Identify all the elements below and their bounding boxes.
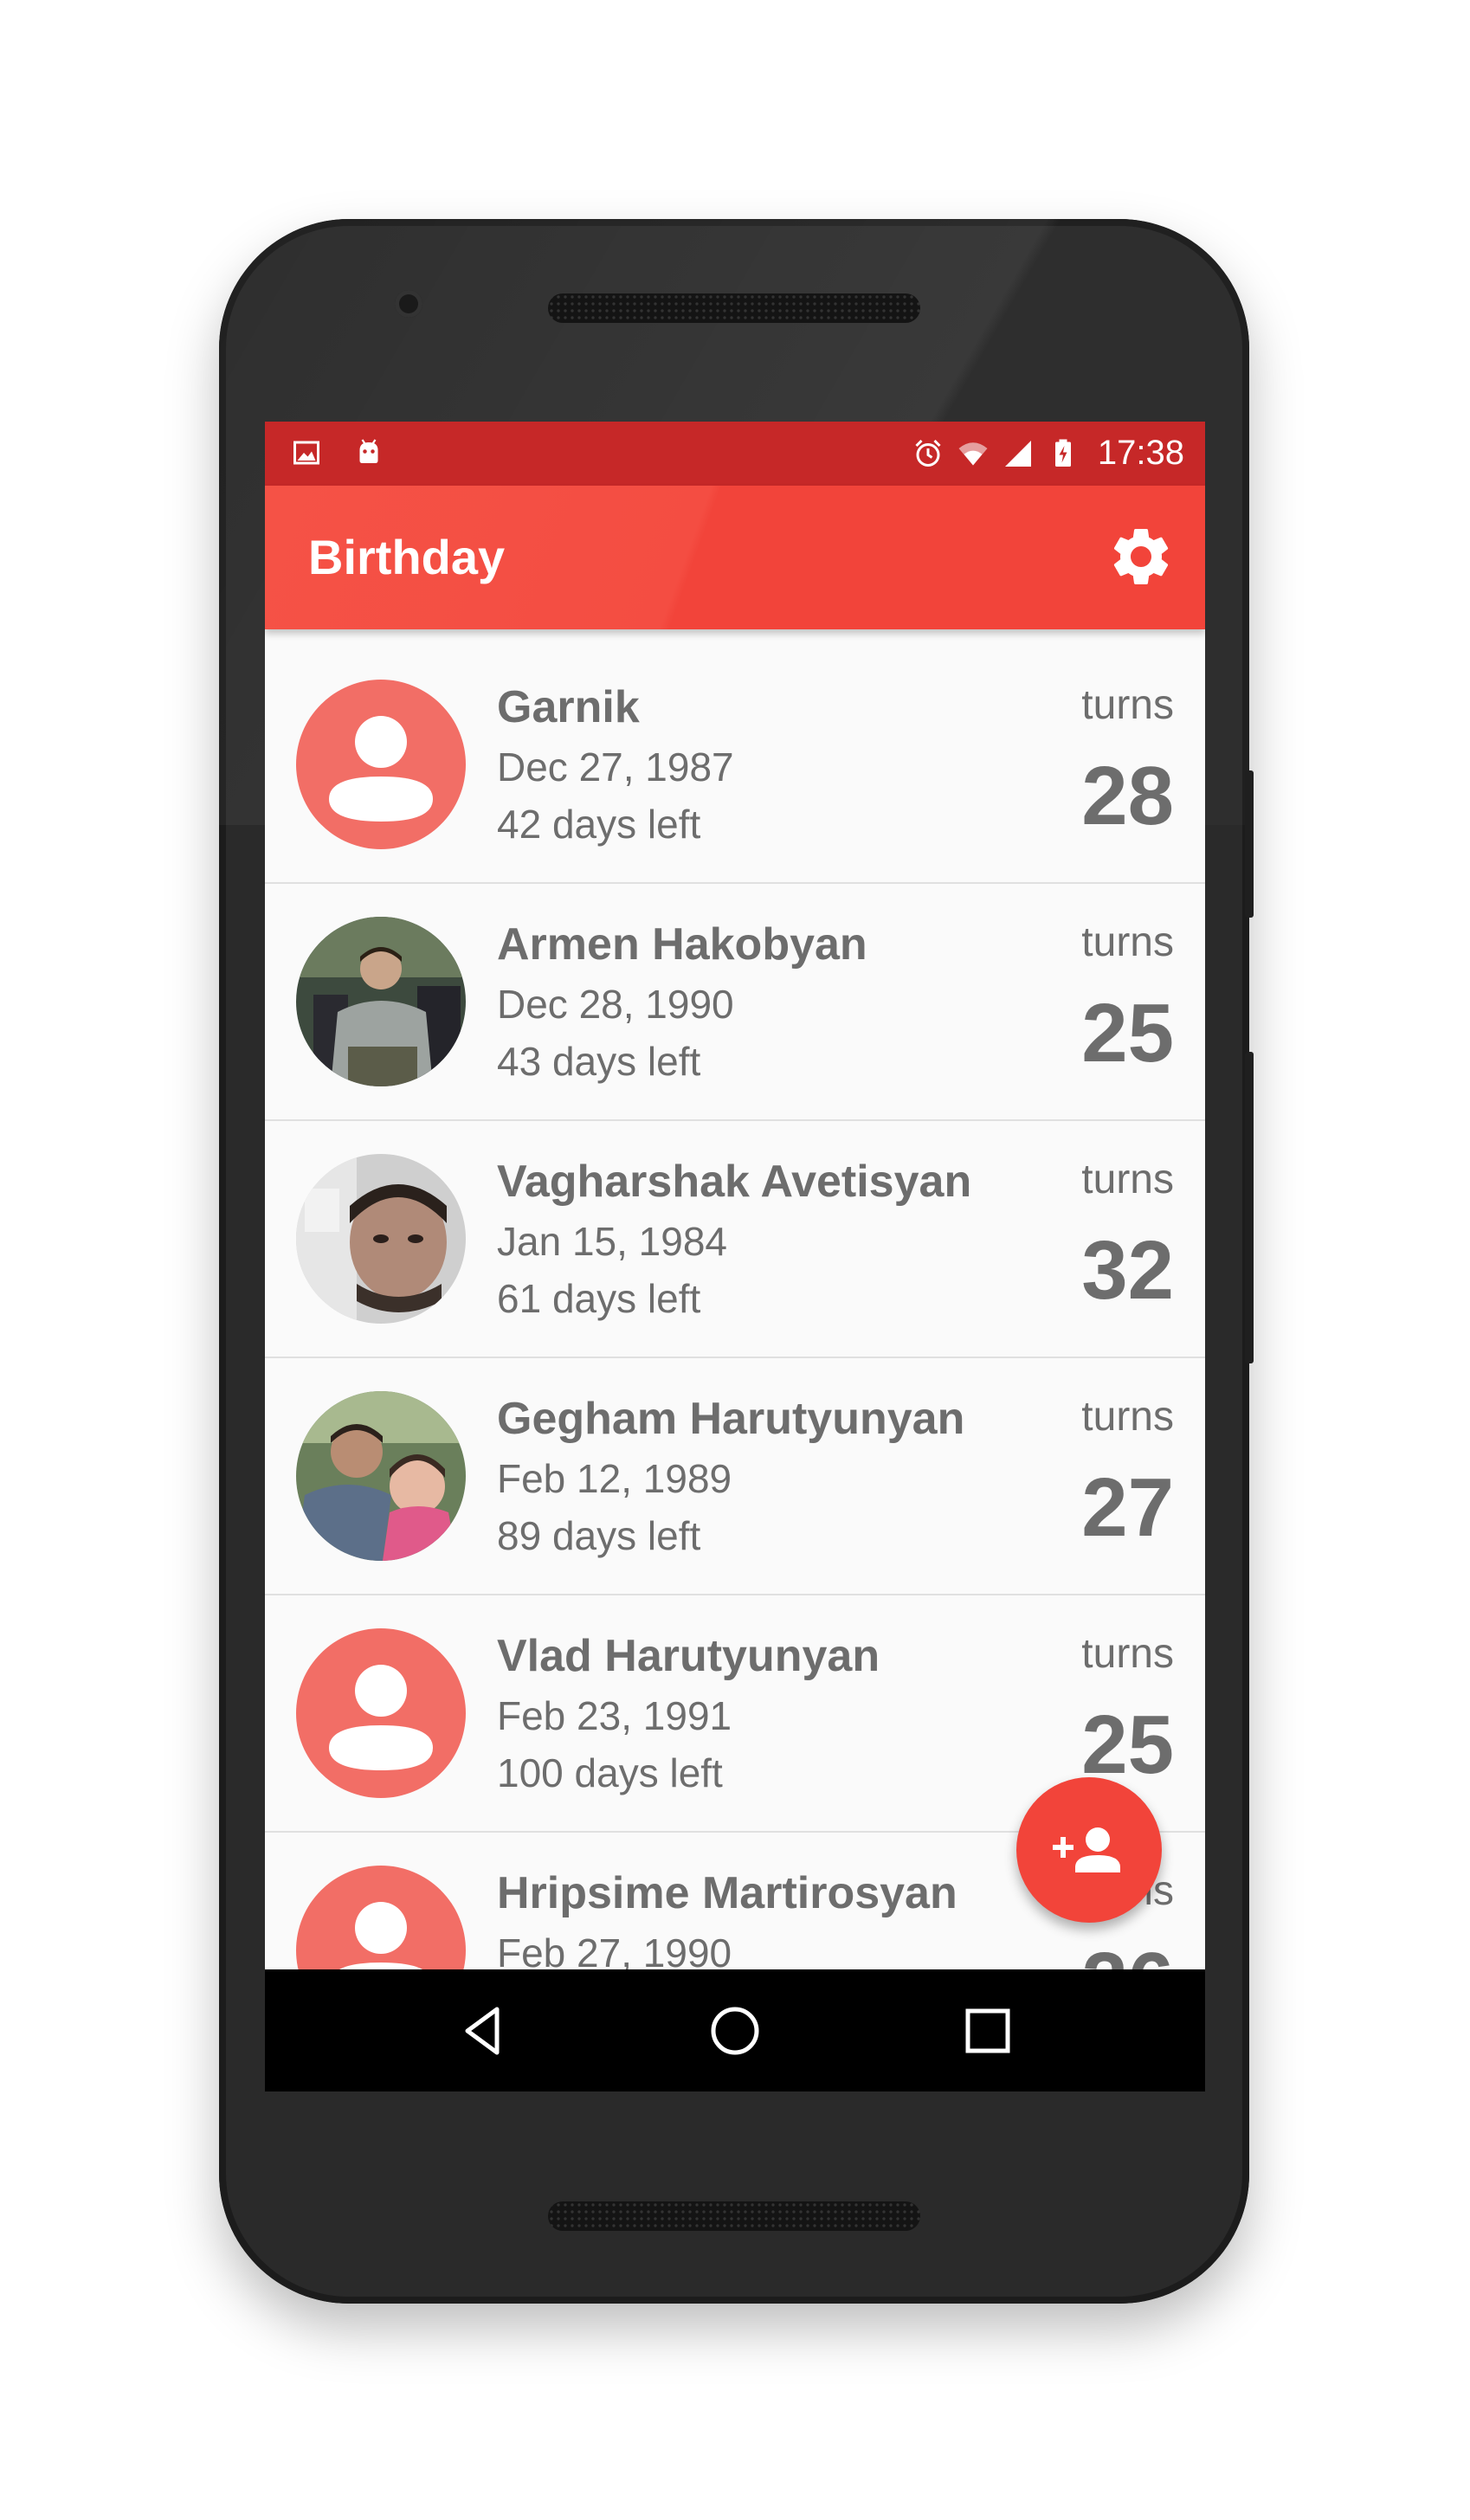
age-value: 32 xyxy=(1081,1224,1174,1317)
birth-date: Feb 23, 1991 xyxy=(497,1693,732,1738)
avatar xyxy=(296,1628,466,1798)
contact-name: Vlad Harutyunyan xyxy=(497,1631,880,1681)
default-person-icon xyxy=(329,1665,433,1770)
default-person-icon xyxy=(329,716,433,822)
contact-photo xyxy=(296,917,466,1086)
days-left: 89 days left xyxy=(497,1513,701,1558)
list-item[interactable]: Garnik Dec 27, 1987 42 days left turns 2… xyxy=(265,647,1205,884)
home-icon[interactable] xyxy=(705,2001,765,2061)
app-bar: Birthday xyxy=(265,486,1205,629)
alarm-icon xyxy=(915,439,941,467)
turns-label: turns xyxy=(1081,1157,1174,1202)
turns-label: turns xyxy=(1081,919,1174,965)
gear-icon[interactable] xyxy=(1106,522,1176,591)
contact-name: Hripsime Martirosyan xyxy=(497,1868,957,1918)
list-item[interactable]: Vagharshak Avetisyan Jan 15, 1984 61 day… xyxy=(265,1121,1205,1358)
turns-label: turns xyxy=(1081,1394,1174,1440)
age-value: 25 xyxy=(1081,987,1174,1080)
contact-name: Vagharshak Avetisyan xyxy=(497,1157,972,1207)
status-bar: 17:38 xyxy=(265,422,1205,486)
navigation-bar xyxy=(265,1969,1205,2091)
turns-label: turns xyxy=(1081,1631,1174,1677)
birth-date: Jan 15, 1984 xyxy=(497,1219,728,1264)
days-left: 100 days left xyxy=(497,1750,723,1795)
add-contact-button[interactable] xyxy=(1016,1777,1162,1923)
contact-photo xyxy=(296,1391,466,1561)
volume-rocker xyxy=(1245,1052,1254,1363)
power-button xyxy=(1245,770,1254,918)
days-left: 61 days left xyxy=(497,1276,701,1321)
top-speaker xyxy=(548,293,920,323)
back-icon[interactable] xyxy=(454,2001,514,2061)
contact-photo xyxy=(296,1154,466,1324)
recents-icon[interactable] xyxy=(957,2001,1018,2061)
contact-name: Gegham Harutyunyan xyxy=(497,1394,965,1444)
days-left: 42 days left xyxy=(497,802,701,847)
avatar xyxy=(296,917,466,1086)
birth-date: Dec 27, 1987 xyxy=(497,744,734,790)
avatar xyxy=(296,1391,466,1561)
contact-name: Garnik xyxy=(497,682,640,732)
turns-label: turns xyxy=(1081,682,1174,728)
battery-charging-icon xyxy=(1054,439,1071,467)
birth-date: Feb 12, 1989 xyxy=(497,1456,732,1501)
list-item[interactable]: Armen Hakobyan Dec 28, 1990 43 days left… xyxy=(265,884,1205,1121)
age-value: 27 xyxy=(1081,1461,1174,1554)
contact-name: Armen Hakobyan xyxy=(497,919,867,970)
list-item[interactable]: Gegham Harutyunyan Feb 12, 1989 89 days … xyxy=(265,1358,1205,1595)
days-left: 43 days left xyxy=(497,1039,701,1084)
signal-icon xyxy=(1004,440,1031,467)
birth-date: Dec 28, 1990 xyxy=(497,982,734,1027)
add-person-icon xyxy=(1053,1827,1120,1872)
front-camera xyxy=(395,290,422,318)
screen: 17:38 Birthday Garnik Dec 27, 1987 42 da… xyxy=(265,422,1205,2091)
bottom-speaker xyxy=(548,2201,920,2231)
age-value: 28 xyxy=(1081,750,1174,842)
avatar xyxy=(296,680,466,849)
android-icon xyxy=(359,439,378,463)
wifi-icon xyxy=(958,441,988,465)
app-title: Birthday xyxy=(308,530,506,584)
image-icon xyxy=(293,441,319,465)
avatar xyxy=(296,1154,466,1324)
clock: 17:38 xyxy=(1097,434,1184,472)
